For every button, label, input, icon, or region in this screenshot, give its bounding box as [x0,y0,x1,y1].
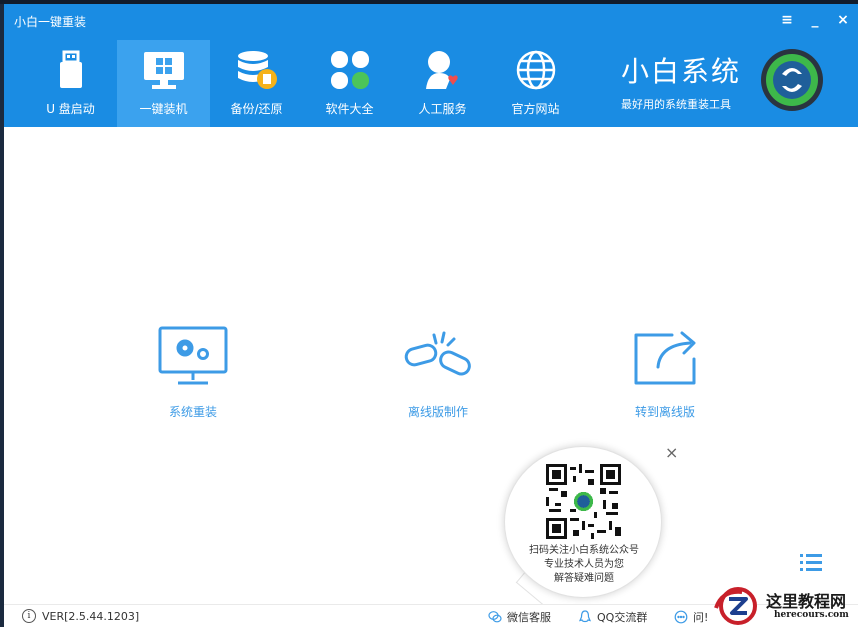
chat-bubble-icon [674,610,688,624]
menu-button[interactable]: ≡ [778,10,796,30]
action-label: 系统重装 [168,405,217,419]
monitor-windows-icon [142,48,186,92]
watermark-url: herecours.com [774,610,849,620]
action-label: 转到离线版 [634,405,695,419]
nav-item-software[interactable]: 软件大全 [303,40,396,127]
feedback-label: 问! [693,611,709,624]
qq-group-link[interactable]: QQ交流群 [578,609,647,625]
nav-item-human-service[interactable]: 人工服务 [396,40,489,127]
nav-label: 软件大全 [325,102,374,116]
nav-label: 官方网站 [511,102,560,116]
app-window: 小白一键重装 ≡ _ × U 盘启动 一键装机 备份/还原 软件大全 人工服务 … [4,4,858,627]
watermark-logo-icon [714,587,757,625]
nav-item-official-site[interactable]: 官方网站 [489,40,582,127]
database-backup-icon [235,48,279,92]
watermark-title: 这里教程网 [766,592,847,611]
list-menu-icon[interactable] [798,551,824,577]
qq-penguin-icon [578,610,592,623]
brand-slogan: 最好用的系统重装工具 [621,98,731,111]
nav-label: 人工服务 [418,102,467,116]
brand-name: 小白系统 [621,55,742,88]
system-reinstall-action[interactable]: 系统重装 [156,325,230,420]
usb-drive-icon [49,48,93,92]
user-heart-icon [421,48,465,92]
monitor-gears-icon [156,325,230,391]
wechat-icon [488,611,502,623]
version-info: i VER[2.5.44.1203] [22,609,139,623]
version-text: VER[2.5.44.1203] [42,609,140,623]
close-button[interactable]: × [834,10,852,30]
minimize-button[interactable]: _ [806,10,824,30]
apps-grid-icon [328,48,372,92]
wechat-service-link[interactable]: 微信客服 [488,609,551,625]
nav-label: U 盘启动 [46,102,95,116]
header-bar: 小白一键重装 ≡ _ × U 盘启动 一键装机 备份/还原 软件大全 人工服务 … [4,4,858,127]
nav-label: 备份/还原 [230,102,283,116]
nav-item-backup-restore[interactable]: 备份/还原 [210,40,303,127]
window-controls: ≡ _ × [778,10,852,30]
qr-line: 扫码关注小白系统公众号 [529,545,639,556]
qr-line: 专业技术人员为您 [544,559,624,570]
action-label: 离线版制作 [407,405,468,419]
wechat-label: 微信客服 [507,611,551,624]
nav-label: 一键装机 [139,102,188,116]
info-icon: i [22,609,36,623]
nav-item-one-click-install[interactable]: 一键装机 [117,40,210,127]
share-export-icon [628,325,702,391]
broken-link-icon [398,325,478,391]
globe-icon [514,48,558,92]
watermark: 这里教程网 herecours.com [712,586,858,627]
offline-build-action[interactable]: 离线版制作 [398,325,478,420]
qq-label: QQ交流群 [597,611,648,624]
main-nav: U 盘启动 一键装机 备份/还原 软件大全 人工服务 官方网站 [24,40,582,127]
switch-offline-action[interactable]: 转到离线版 [628,325,702,420]
close-icon[interactable]: × [665,445,679,461]
window-title: 小白一键重装 [14,15,87,29]
brand-block: 小白系统 最好用的系统重装工具 [621,50,741,112]
qr-code-icon [546,464,621,539]
qr-line: 解答疑难问题 [554,573,614,584]
nav-item-usb-boot[interactable]: U 盘启动 [24,40,117,127]
feedback-link[interactable]: 问! [674,609,708,625]
app-logo-icon [760,48,824,112]
qr-bubble-text: 扫码关注小白系统公众号 专业技术人员为您 解答疑难问题 [512,544,656,586]
